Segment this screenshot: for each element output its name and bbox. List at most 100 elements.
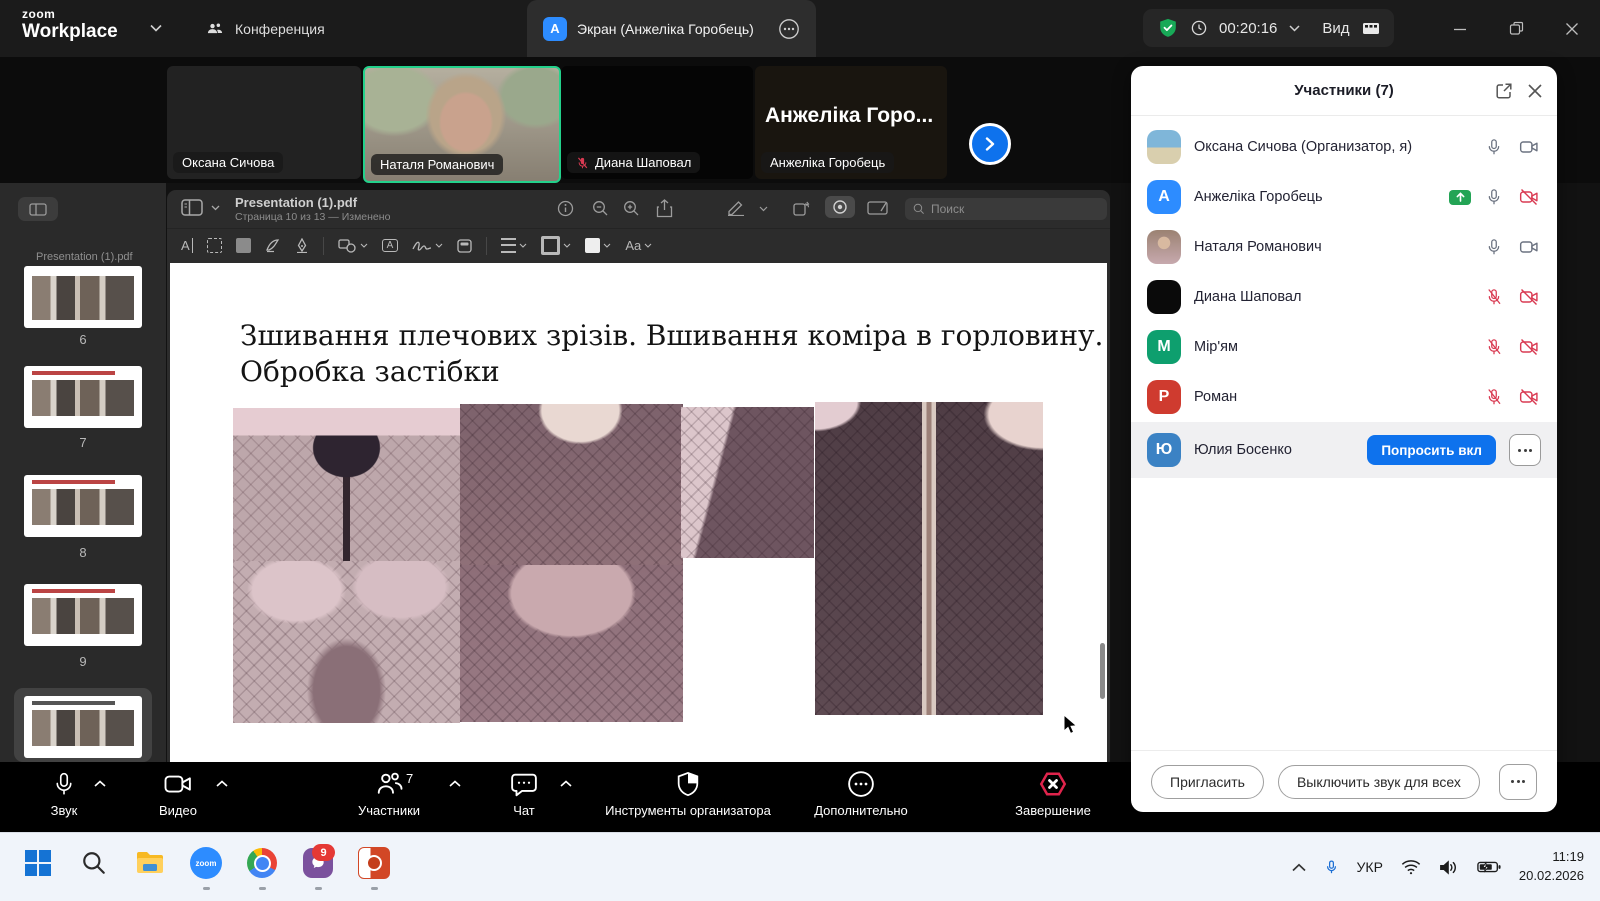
share-export-icon[interactable] bbox=[656, 199, 673, 218]
tab-screen-share[interactable]: A Экран (Анжеліка Горобець) bbox=[527, 0, 816, 57]
text-style-menu[interactable]: Aa bbox=[625, 238, 652, 253]
taskbar-search-button[interactable] bbox=[72, 843, 116, 883]
page-thumbnail-7[interactable] bbox=[24, 366, 142, 428]
redact-tool[interactable] bbox=[236, 238, 251, 253]
security-shield-icon[interactable] bbox=[1157, 17, 1179, 39]
sidebar-toggle-button[interactable] bbox=[18, 197, 58, 221]
fill-color-menu[interactable] bbox=[585, 238, 611, 253]
participant-row-oksana[interactable]: Оксана Сичова (Организатор, я) bbox=[1131, 122, 1557, 172]
rotate-icon[interactable] bbox=[792, 200, 810, 217]
text-box-tool[interactable]: A bbox=[382, 239, 399, 252]
mute-all-button[interactable]: Выключить звук для всех bbox=[1278, 765, 1480, 799]
video-tile-diana-camera-off[interactable]: Диана Шаповал bbox=[561, 66, 753, 179]
workspace-chevron-down-icon[interactable] bbox=[150, 24, 162, 32]
participant-row-natalia[interactable]: Наталя Романович bbox=[1131, 222, 1557, 272]
pdf-scrollbar-thumb[interactable] bbox=[1100, 643, 1105, 699]
pdf-page-canvas[interactable]: Зшивання плечових зрізів. Вшивання комір… bbox=[170, 263, 1107, 762]
window-minimize-button[interactable] bbox=[1432, 0, 1488, 57]
invite-button[interactable]: Пригласить bbox=[1151, 765, 1264, 799]
ask-to-unmute-button[interactable]: Попросить вкл bbox=[1367, 435, 1496, 465]
border-color-menu[interactable] bbox=[541, 236, 571, 255]
window-close-button[interactable] bbox=[1544, 0, 1600, 57]
pdf-search-field[interactable]: Поиск bbox=[905, 198, 1107, 220]
zoom-in-icon[interactable] bbox=[623, 200, 640, 217]
participant-row-yulia-hovered[interactable]: Ю Юлия Босенко Попросить вкл bbox=[1131, 422, 1557, 478]
participant-row-diana[interactable]: Диана Шаповал bbox=[1131, 272, 1557, 322]
camera-off-icon[interactable] bbox=[1517, 187, 1541, 207]
line-style-menu[interactable] bbox=[501, 238, 527, 253]
chat-options-chevron-icon[interactable] bbox=[560, 780, 572, 787]
participants-options-chevron-icon[interactable] bbox=[449, 780, 461, 787]
page-thumbnail-6[interactable] bbox=[24, 266, 142, 328]
text-selection-tool[interactable]: A bbox=[181, 238, 193, 253]
mic-on-icon[interactable] bbox=[1485, 237, 1503, 257]
view-menu-chevron-icon[interactable] bbox=[211, 205, 220, 211]
rect-select-tool[interactable] bbox=[207, 238, 222, 253]
language-indicator[interactable]: УКР bbox=[1357, 859, 1383, 875]
mic-on-icon[interactable] bbox=[1485, 187, 1503, 207]
view-menu-icon[interactable] bbox=[181, 199, 207, 218]
video-tile-anzhelika-camera-off[interactable]: Анжеліка Горо... Анжеліка Горобець bbox=[755, 66, 947, 179]
form-fill-icon[interactable] bbox=[867, 201, 888, 215]
signature-tool[interactable] bbox=[412, 239, 443, 252]
participant-row-roman[interactable]: Р Роман bbox=[1131, 372, 1557, 422]
timer-chevron-down-icon[interactable] bbox=[1289, 25, 1300, 32]
window-restore-button[interactable] bbox=[1488, 0, 1544, 57]
taskbar-zoom-app[interactable]: zoom bbox=[184, 843, 228, 883]
participant-row-miriam[interactable]: M Мір'ям bbox=[1131, 322, 1557, 372]
audio-options-chevron-icon[interactable] bbox=[94, 780, 106, 787]
highlight-tool-active[interactable] bbox=[825, 196, 855, 218]
taskbar-chrome-app[interactable] bbox=[240, 843, 284, 883]
audio-button[interactable]: Звук bbox=[24, 769, 104, 818]
info-icon[interactable] bbox=[557, 200, 574, 217]
video-options-chevron-icon[interactable] bbox=[216, 780, 228, 787]
participant-more-button[interactable] bbox=[1509, 434, 1541, 466]
wifi-icon[interactable] bbox=[1401, 859, 1421, 875]
file-explorer-button[interactable] bbox=[128, 843, 172, 883]
volume-icon[interactable] bbox=[1439, 859, 1459, 876]
close-panel-icon[interactable] bbox=[1527, 83, 1543, 99]
video-tile-oksana[interactable]: Оксана Сичова bbox=[167, 66, 361, 179]
footer-more-button[interactable] bbox=[1499, 764, 1537, 800]
markup-chevron-icon[interactable] bbox=[759, 206, 768, 212]
camera-off-icon[interactable] bbox=[1517, 387, 1541, 407]
zoom-out-icon[interactable] bbox=[592, 200, 609, 217]
mic-off-icon[interactable] bbox=[1485, 387, 1503, 407]
shapes-menu[interactable] bbox=[338, 239, 368, 253]
end-meeting-button[interactable]: Завершение bbox=[993, 769, 1113, 818]
tab-meeting[interactable]: Конференция bbox=[205, 0, 325, 57]
camera-off-icon[interactable] bbox=[1517, 287, 1541, 307]
mic-off-icon[interactable] bbox=[1485, 287, 1503, 307]
mic-on-icon[interactable] bbox=[1485, 137, 1503, 157]
fountain-pen-tool[interactable] bbox=[295, 238, 309, 253]
video-tile-natalia-active-speaker[interactable]: Наталя Романович bbox=[363, 66, 561, 183]
taskbar-viber-app[interactable]: 9 bbox=[296, 843, 340, 883]
participant-row-anzhelika[interactable]: A Анжеліка Горобець bbox=[1131, 172, 1557, 222]
mic-off-icon[interactable] bbox=[1485, 337, 1503, 357]
page-thumbnail-8[interactable] bbox=[24, 475, 142, 537]
camera-on-icon[interactable] bbox=[1517, 137, 1541, 157]
chat-button[interactable]: Чат bbox=[484, 769, 564, 818]
participants-button[interactable]: 7 Участники bbox=[329, 769, 449, 818]
markup-pencil-icon[interactable] bbox=[727, 201, 745, 216]
video-button[interactable]: Видео bbox=[138, 769, 218, 818]
camera-off-icon[interactable] bbox=[1517, 337, 1541, 357]
camera-on-icon[interactable] bbox=[1517, 237, 1541, 257]
popout-icon[interactable] bbox=[1495, 82, 1513, 100]
view-button-label[interactable]: Вид bbox=[1322, 20, 1349, 37]
taskbar-powerpoint-app[interactable] bbox=[352, 843, 396, 883]
tray-mic-in-use-icon[interactable] bbox=[1324, 857, 1339, 877]
view-grid-icon[interactable] bbox=[1362, 19, 1380, 37]
page-thumbnail-10-selected[interactable] bbox=[14, 688, 152, 762]
taskbar-clock[interactable]: 11:19 20.02.2026 bbox=[1519, 848, 1584, 886]
tab-options-ellipsis-icon[interactable] bbox=[778, 18, 800, 40]
host-tools-button[interactable]: Инструменты организатора bbox=[578, 769, 798, 818]
start-button[interactable] bbox=[16, 843, 60, 883]
battery-charging-icon[interactable] bbox=[1477, 860, 1501, 874]
sketch-pen-tool[interactable] bbox=[265, 238, 281, 253]
page-thumbnail-9[interactable] bbox=[24, 584, 142, 646]
tray-chevron-up-icon[interactable] bbox=[1292, 863, 1306, 872]
more-button[interactable]: Дополнительно bbox=[791, 769, 931, 818]
note-tool[interactable] bbox=[457, 239, 472, 253]
next-videos-arrow-button[interactable] bbox=[969, 123, 1011, 165]
